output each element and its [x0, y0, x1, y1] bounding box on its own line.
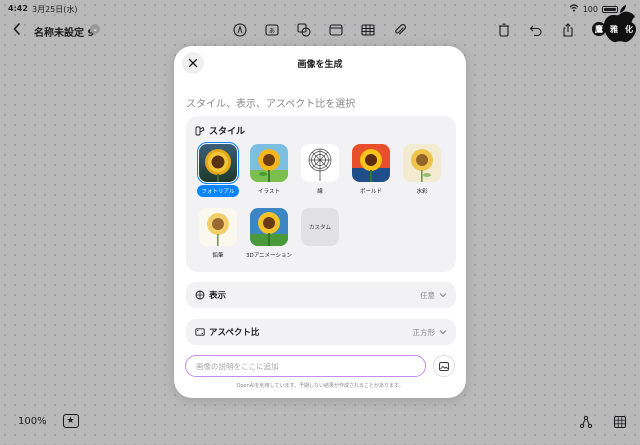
- zoom-level[interactable]: 100%: [18, 416, 47, 427]
- style-3d-animation-label: 3Dアニメーション: [246, 253, 293, 259]
- pen-tool-button[interactable]: [230, 20, 250, 40]
- aspect-ratio-row[interactable]: アスペクト比 正方形: [186, 319, 456, 345]
- bottom-right-controls: [576, 412, 630, 432]
- image-generation-dialog: 画像を生成 スタイル、表示、アスペクト比を選択 スタイル フォトリアル イラスト…: [174, 46, 466, 398]
- svg-text:あ: あ: [269, 28, 275, 35]
- style-pencil-thumbnail: [199, 208, 237, 246]
- style-illustration[interactable]: イラスト: [249, 144, 289, 195]
- badge-char-1: 鷹: [592, 22, 606, 36]
- grid-button[interactable]: [610, 412, 630, 432]
- dialog-title: 画像を生成: [297, 60, 343, 70]
- table-button[interactable]: [358, 20, 378, 40]
- add-image-button[interactable]: [433, 355, 455, 377]
- display-option-row[interactable]: 表示 任意: [186, 282, 456, 308]
- style-illustration-label: イラスト: [258, 189, 280, 195]
- media-button[interactable]: [326, 20, 346, 40]
- share-icon: [563, 23, 573, 37]
- aspect-ratio-label: アスペクト比: [209, 328, 260, 338]
- style-watercolor[interactable]: 水彩: [402, 144, 442, 195]
- grid-icon: [613, 415, 627, 429]
- style-section-header: スタイル: [195, 124, 245, 137]
- chevron-left-icon: [13, 23, 20, 35]
- style-bold[interactable]: ボールド: [351, 144, 391, 195]
- display-value: 任意: [420, 290, 435, 300]
- top-toolbar: 名称未設定 9 ⌄ あ: [0, 18, 640, 42]
- connector-button[interactable]: [576, 412, 596, 432]
- style-line-thumbnail: [301, 144, 339, 182]
- style-line-label: 線: [317, 189, 323, 195]
- style-section: スタイル フォトリアル イラスト 線 ボールド 水彩 鉛筆 3Dアニメーション …: [186, 116, 456, 272]
- style-pencil-label: 鉛筆: [212, 253, 224, 259]
- apple-badge: 鷹 雅 化: [592, 22, 636, 36]
- paperclip-icon: [395, 24, 406, 35]
- badge-char-3: 化: [622, 22, 636, 36]
- openai-disclaimer: OpenAIを利用しています。予期しない結果が作成されることがあります。: [236, 383, 404, 389]
- star-icon: ★: [66, 416, 75, 426]
- delete-button[interactable]: [494, 20, 514, 40]
- style-section-label: スタイル: [209, 127, 246, 137]
- favorites-button[interactable]: ★: [62, 414, 79, 428]
- style-bold-thumbnail: [352, 144, 390, 182]
- style-photoreal[interactable]: フォトリアル: [196, 142, 240, 197]
- prompt-field: [185, 355, 426, 377]
- pen-circle-icon: [233, 23, 247, 37]
- status-bar: 4:42 3月25日(水) 100: [0, 0, 640, 16]
- chevron-down-icon: [439, 293, 447, 298]
- photo-icon: [439, 361, 449, 371]
- table-icon: [361, 24, 375, 36]
- shapes-icon: [297, 23, 311, 37]
- attachment-button[interactable]: [390, 20, 410, 40]
- style-watercolor-thumbnail: [403, 144, 441, 182]
- title-menu-chevron-icon[interactable]: ⌄: [90, 24, 100, 34]
- shapes-button[interactable]: [294, 20, 314, 40]
- tool-group: あ: [230, 20, 410, 40]
- style-watercolor-label: 水彩: [416, 189, 428, 195]
- undo-icon: [529, 25, 542, 37]
- prompt-input[interactable]: [196, 361, 415, 371]
- trash-icon: [499, 23, 509, 37]
- share-button[interactable]: [558, 20, 578, 40]
- style-bold-label: ボールド: [359, 189, 382, 195]
- style-custom-tile: カスタム: [301, 208, 339, 246]
- style-line[interactable]: 線: [300, 144, 340, 195]
- nodes-icon: [579, 415, 593, 429]
- text-box-icon: あ: [265, 24, 279, 36]
- toolbar-right-group: [494, 20, 578, 40]
- style-illustration-thumbnail: [250, 144, 288, 182]
- undo-button[interactable]: [526, 20, 546, 40]
- style-photoreal-label: フォトリアル: [196, 185, 240, 197]
- status-date: 3月25日(水): [32, 5, 78, 14]
- aspect-ratio-icon: [195, 328, 205, 336]
- display-label: 表示: [209, 291, 227, 301]
- move-arrows-icon: [195, 290, 205, 300]
- bottom-left-controls: 100% ★: [18, 414, 79, 428]
- style-pencil[interactable]: 鉛筆: [198, 208, 238, 259]
- chevron-down-icon: [439, 330, 447, 335]
- aspect-ratio-value: 正方形: [412, 327, 436, 337]
- style-3d-animation[interactable]: 3Dアニメーション: [246, 208, 293, 259]
- text-box-button[interactable]: あ: [262, 20, 282, 40]
- battery-percent: 100: [582, 4, 598, 14]
- dialog-subtitle: スタイル、表示、アスペクト比を選択: [186, 99, 356, 110]
- brush-icon: [195, 126, 205, 135]
- wifi-icon: [569, 4, 579, 14]
- photo-icon: [329, 24, 343, 36]
- document-title[interactable]: 名称未設定 9: [34, 24, 94, 39]
- badge-char-2: 雅: [607, 22, 621, 36]
- style-3d-animation-thumbnail: [250, 208, 288, 246]
- back-button[interactable]: [8, 20, 26, 38]
- style-custom[interactable]: カスタム: [300, 208, 340, 246]
- style-photoreal-thumbnail: [197, 142, 239, 184]
- status-time: 4:42: [8, 4, 28, 13]
